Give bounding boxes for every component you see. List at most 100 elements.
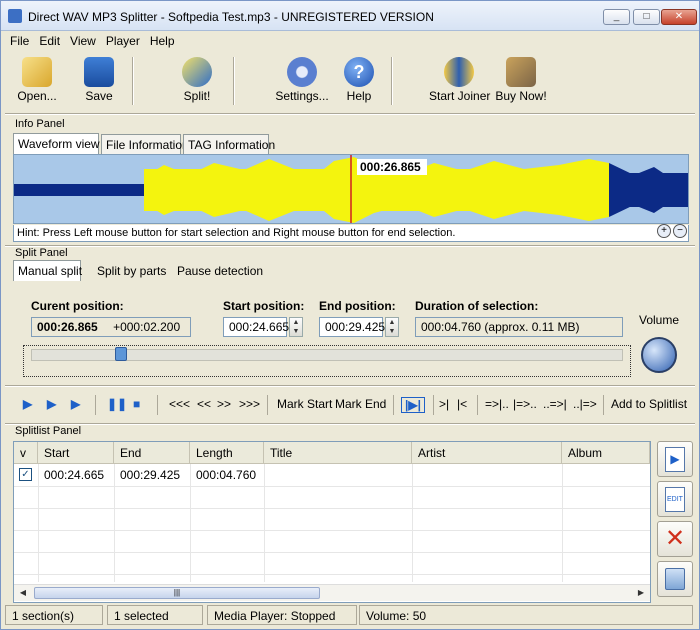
column-divider [114, 464, 115, 582]
menu-view[interactable]: View [65, 31, 101, 51]
document-edit-icon: EDIT [665, 487, 685, 512]
split-option-b[interactable]: |=>.. [513, 397, 537, 411]
play-list-button[interactable]: ▶ [657, 441, 693, 477]
column-end[interactable]: End [114, 442, 190, 464]
clear-list-button[interactable] [657, 561, 693, 597]
edit-entry-button[interactable]: EDIT [657, 481, 693, 517]
rewind-far-button[interactable]: <<< [169, 397, 190, 411]
menu-bar: File Edit View Player Help [1, 31, 699, 51]
row-length: 000:04.760 [196, 468, 257, 482]
status-bar: 1 section(s) 1 selected Media Player: St… [1, 605, 699, 627]
stop-icon[interactable]: ■ [133, 397, 140, 411]
column-length[interactable]: Length [190, 442, 264, 464]
tab-manual-split[interactable]: Manual split [13, 260, 82, 281]
column-artist[interactable]: Artist [412, 442, 562, 464]
zoom-out-icon[interactable]: − [673, 224, 687, 238]
help-button[interactable]: ? Help [339, 53, 379, 109]
current-position-value: 000:26.865 [37, 320, 98, 334]
save-button[interactable]: Save [77, 53, 121, 109]
go-start-button[interactable]: >| [439, 397, 449, 411]
volume-label: Volume [639, 313, 680, 327]
play-range-icon[interactable]: |▶| [401, 397, 425, 413]
duration-label: Duration of selection: [415, 299, 539, 313]
info-tabs: Waveform view File Information TAG Infor… [13, 133, 413, 154]
end-position-stepper[interactable]: ▲ ▼ [385, 317, 399, 337]
separator [603, 395, 604, 415]
chevron-up-icon[interactable]: ▲ [290, 318, 302, 327]
tab-waveform-view[interactable]: Waveform view [13, 133, 100, 154]
volume-knob[interactable] [641, 337, 677, 373]
recycle-bin-icon [665, 568, 685, 590]
row-end: 000:29.425 [120, 468, 181, 482]
column-divider [38, 464, 39, 582]
menu-edit[interactable]: Edit [34, 31, 65, 51]
split-option-a[interactable]: =>|.. [485, 397, 509, 411]
settings-button[interactable]: Settings... [273, 53, 331, 109]
forward-button[interactable]: >> [217, 397, 231, 411]
menu-help[interactable]: Help [145, 31, 180, 51]
split-tabs: Manual split Split by parts Pause detect… [13, 260, 273, 281]
buy-now-button[interactable]: Buy Now! [493, 53, 549, 109]
scroll-left-icon[interactable]: ◀ [16, 587, 30, 599]
column-divider [562, 464, 563, 582]
mark-start-button[interactable]: Mark Start [277, 397, 332, 411]
split-option-d[interactable]: ..|=> [573, 397, 597, 411]
delete-entry-button[interactable]: ✕ [657, 521, 693, 557]
start-position-input[interactable]: 000:24.665 [223, 317, 289, 337]
chevron-down-icon[interactable]: ▼ [290, 327, 302, 336]
zoom-in-icon[interactable]: + [657, 224, 671, 238]
go-end-button[interactable]: |< [457, 397, 467, 411]
play-end-icon[interactable]: ▶ [71, 397, 80, 411]
waveform-view[interactable] [13, 154, 689, 224]
chevron-down-icon[interactable]: ▼ [386, 327, 398, 336]
open-button[interactable]: Open... [15, 53, 59, 109]
pause-icon[interactable]: ❚❚ [107, 397, 127, 411]
document-play-icon: ▶ [665, 447, 685, 472]
split-panel-label: Split Panel [15, 247, 68, 259]
tab-file-information[interactable]: File Information [101, 134, 189, 154]
status-sections: 1 section(s) [5, 605, 103, 625]
position-slider-thumb[interactable] [115, 347, 127, 361]
play-icon[interactable]: ▶ [23, 397, 32, 411]
row-checkbox[interactable]: ✓ [19, 468, 32, 481]
start-position-stepper[interactable]: ▲ ▼ [289, 317, 303, 337]
splitlist-table[interactable]: v Start End Length Title Artist Album ✓ … [13, 441, 651, 603]
gear-icon [287, 57, 317, 87]
chevron-up-icon[interactable]: ▲ [386, 318, 398, 327]
current-offset-value: +000:02.200 [113, 320, 181, 334]
start-position-label: Start position: [223, 299, 305, 313]
split-button[interactable]: Split! [175, 53, 219, 109]
scroll-right-icon[interactable]: ▶ [634, 587, 648, 599]
separator [267, 395, 268, 415]
menu-file[interactable]: File [5, 31, 34, 51]
split-option-c[interactable]: ..=>| [543, 397, 567, 411]
mark-end-button[interactable]: Mark End [335, 397, 386, 411]
start-joiner-button[interactable]: Start Joiner [429, 53, 490, 109]
add-to-splitlist-button[interactable]: Add to Splitlist [611, 397, 687, 411]
current-position-field: 000:26.865 +000:02.200 [31, 317, 191, 337]
tab-split-by-parts[interactable]: Split by parts [93, 261, 166, 281]
divider [5, 385, 695, 387]
play-selection-icon[interactable]: ▶ [47, 397, 56, 411]
column-checked[interactable]: v [14, 442, 38, 464]
title-bar: Direct WAV MP3 Splitter - Softpedia Test… [1, 1, 699, 31]
maximize-button[interactable]: □ [633, 9, 660, 25]
column-album[interactable]: Album [562, 442, 650, 464]
column-title[interactable]: Title [264, 442, 412, 464]
forward-far-button[interactable]: >>> [239, 397, 260, 411]
open-folder-icon [22, 57, 52, 87]
menu-player[interactable]: Player [101, 31, 145, 51]
status-volume: Volume: 50 [359, 605, 693, 625]
close-button[interactable]: ✕ [661, 9, 697, 25]
horizontal-scrollbar[interactable]: ◀ ||| ▶ [14, 584, 650, 601]
minimize-button[interactable]: _ [603, 9, 630, 25]
splitlist-panel-label: Splitlist Panel [15, 425, 82, 437]
rewind-button[interactable]: << [197, 397, 211, 411]
end-position-input[interactable]: 000:29.425 [319, 317, 385, 337]
tab-pause-detection[interactable]: Pause detection [173, 261, 263, 281]
app-icon [8, 9, 22, 23]
scroll-thumb[interactable]: ||| [34, 587, 320, 599]
column-start[interactable]: Start [38, 442, 114, 464]
joiner-zipper-icon [444, 57, 474, 87]
tab-tag-information[interactable]: TAG Information [183, 134, 275, 154]
